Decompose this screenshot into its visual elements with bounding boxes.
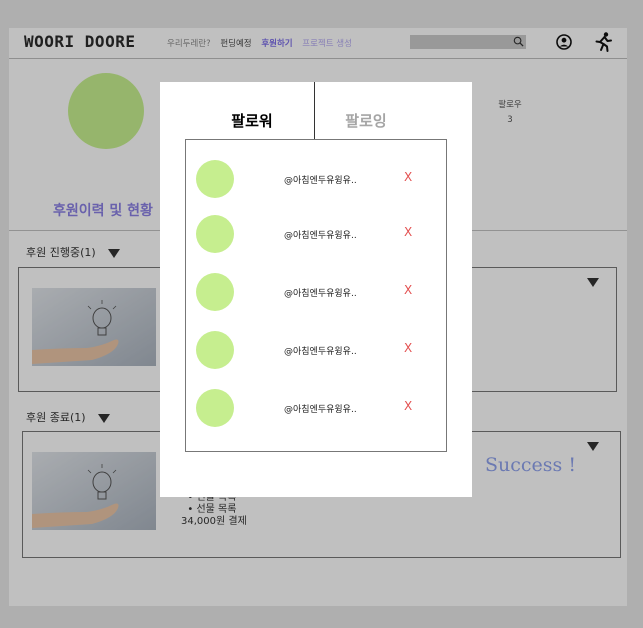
follower-avatar[interactable] xyxy=(196,215,234,253)
follower-row: @아침엔두유윙유.. X xyxy=(196,389,436,429)
follower-name[interactable]: @아침엔두유윙유.. xyxy=(284,228,357,241)
follower-avatar[interactable] xyxy=(196,331,234,369)
tab-following[interactable]: 팔로잉 xyxy=(288,110,444,131)
remove-follower-button[interactable]: X xyxy=(404,225,412,239)
follower-avatar[interactable] xyxy=(196,389,234,427)
follower-list: @아침엔두유윙유.. X @아침엔두유윙유.. X @아침엔두유윙유.. X @… xyxy=(185,139,447,452)
remove-follower-button[interactable]: X xyxy=(404,283,412,297)
follower-row: @아침엔두유윙유.. X xyxy=(196,215,436,255)
follower-name[interactable]: @아침엔두유윙유.. xyxy=(284,173,357,186)
follower-name[interactable]: @아침엔두유윙유.. xyxy=(284,402,357,415)
follower-avatar[interactable] xyxy=(196,160,234,198)
follower-row: @아침엔두유윙유.. X xyxy=(196,160,436,200)
follower-name[interactable]: @아침엔두유윙유.. xyxy=(284,286,357,299)
remove-follower-button[interactable]: X xyxy=(404,399,412,413)
follower-row: @아침엔두유윙유.. X xyxy=(196,331,436,371)
follower-modal: 팔로워 팔로잉 @아침엔두유윙유.. X @아침엔두유윙유.. X @아침엔두유… xyxy=(160,82,472,497)
follower-name[interactable]: @아침엔두유윙유.. xyxy=(284,344,357,357)
remove-follower-button[interactable]: X xyxy=(404,341,412,355)
remove-follower-button[interactable]: X xyxy=(404,170,412,184)
follower-row: @아침엔두유윙유.. X xyxy=(196,273,436,313)
follower-avatar[interactable] xyxy=(196,273,234,311)
